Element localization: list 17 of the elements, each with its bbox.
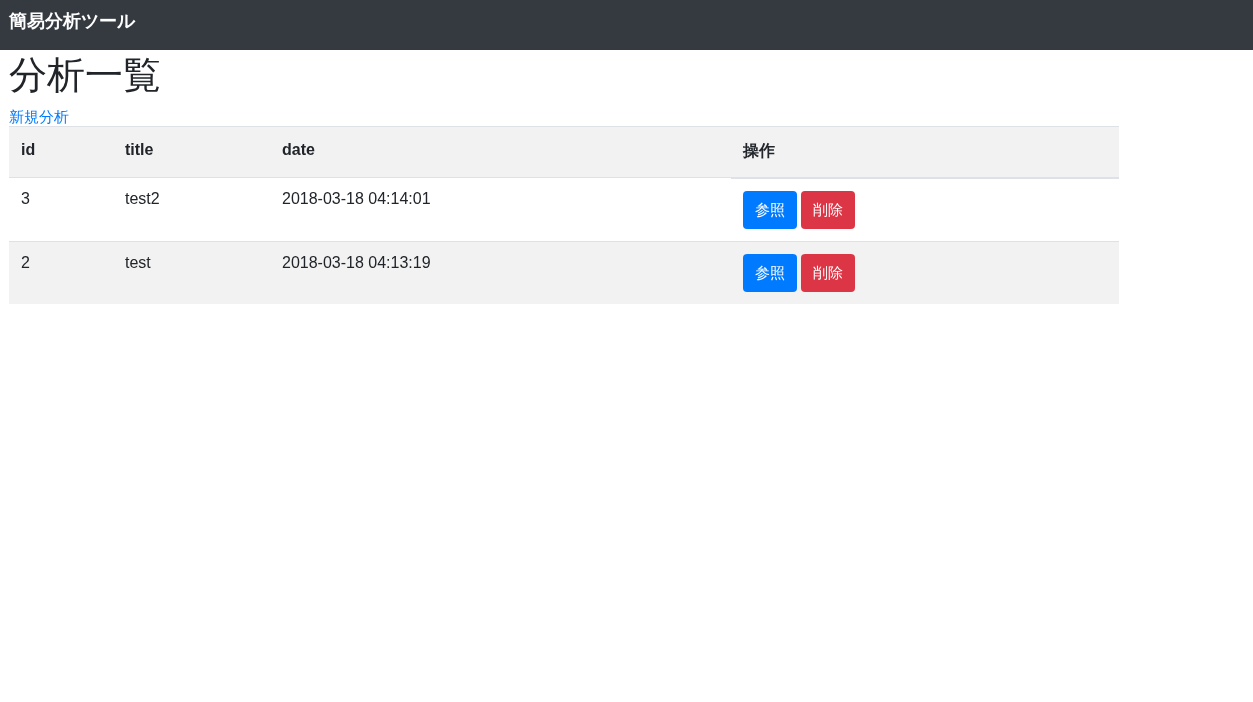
table-cell: 2 xyxy=(9,241,113,304)
column-header: id xyxy=(9,126,113,178)
page-heading: 分析一覧 xyxy=(9,52,162,98)
table-cell: test xyxy=(113,241,270,304)
table-cell: 3 xyxy=(9,177,113,241)
view-button[interactable]: 参照 xyxy=(743,191,797,229)
delete-button[interactable]: 削除 xyxy=(801,254,855,292)
column-header: title xyxy=(113,126,270,178)
table-cell: 2018-03-18 04:14:01 xyxy=(270,177,731,241)
table-cell: 2018-03-18 04:13:19 xyxy=(270,241,731,304)
delete-button[interactable]: 削除 xyxy=(801,191,855,229)
view-button[interactable]: 参照 xyxy=(743,254,797,292)
column-header: date xyxy=(270,126,731,178)
column-header: 操作 xyxy=(731,126,1119,178)
table-cell: test2 xyxy=(113,177,270,241)
brand-title[interactable]: 簡易分析ツール xyxy=(9,8,135,34)
new-analysis-link[interactable]: 新規分析 xyxy=(9,108,69,126)
